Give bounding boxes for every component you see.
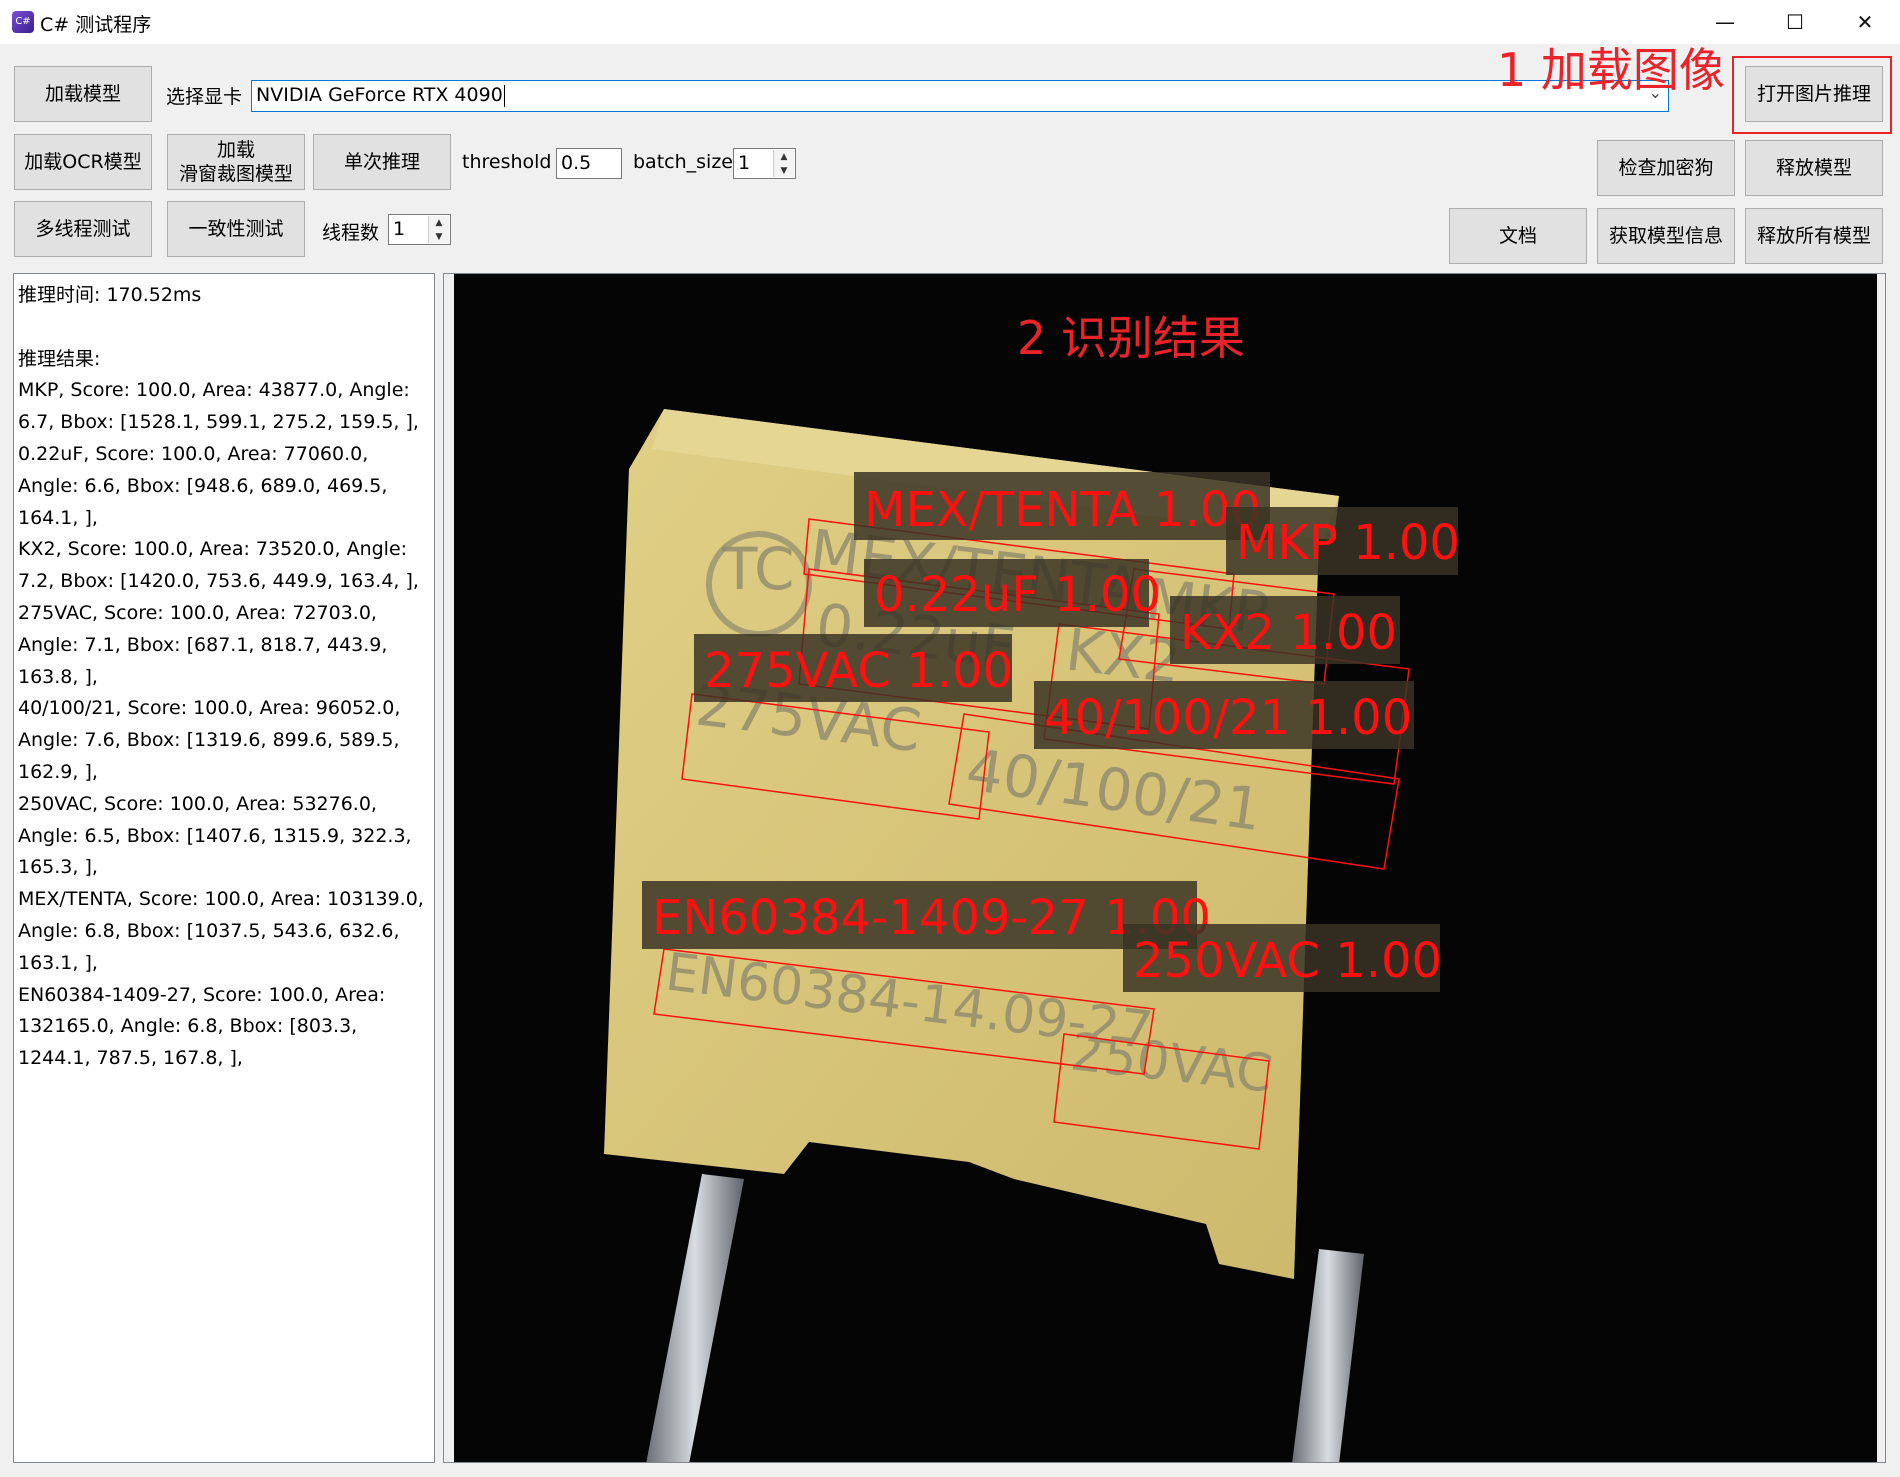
threshold-label: threshold [462,151,552,173]
thread-count-value: 1 [393,218,406,240]
det-label-250vac: 250VAC 1.00 [1133,933,1442,989]
image-canvas: TC MEX/TENTA MKP 0.22uF KX2 275VAC 40/10… [454,274,1877,1462]
release-model-button[interactable]: 释放模型 [1745,140,1883,196]
load-sliding-window-model-button[interactable]: 加载 滑窗裁图模型 [167,134,305,190]
batch-size-value: 1 [738,152,751,174]
load-sliding-line2: 滑窗裁图模型 [178,163,293,185]
load-model-button[interactable]: 加载模型 [14,66,152,122]
det-label-date: 40/100/21 1.00 [1044,690,1412,746]
image-viewer[interactable]: TC MEX/TENTA MKP 0.22uF KX2 275VAC 40/10… [443,273,1886,1463]
open-image-infer-button[interactable]: 打开图片推理 [1745,66,1883,122]
det-label-mkp: MKP 1.00 [1236,515,1460,571]
result-textbox[interactable]: 推理时间: 170.52ms 推理结果: MKP, Score: 100.0, … [13,273,435,1463]
threshold-input[interactable]: 0.5 [556,148,622,179]
maximize-icon[interactable]: ☐ [1760,0,1830,44]
load-ocr-model-button[interactable]: 加载OCR模型 [14,134,152,190]
app-icon: C# [12,11,34,33]
multithread-test-button[interactable]: 多线程测试 [14,201,152,257]
step1-annotation: 1 加载图像 [1497,43,1725,97]
text-caret [503,84,505,107]
window-title: C# 测试程序 [40,14,152,36]
det-label-022uf: 0.22uF 1.00 [874,567,1161,623]
step2-annotation: 2 识别结果 [1017,311,1245,365]
docs-button[interactable]: 文档 [1449,208,1587,264]
spin-buttons[interactable]: ▲ ▼ [428,216,449,243]
spin-down-icon[interactable]: ▼ [774,164,794,178]
thread-count-label: 线程数 [322,222,380,244]
spin-buttons[interactable]: ▲ ▼ [773,150,794,177]
batch-size-stepper[interactable]: 1 ▲ ▼ [733,148,796,179]
close-icon[interactable]: ✕ [1830,0,1900,44]
gpu-select-value: NVIDIA GeForce RTX 4090 [256,84,503,106]
inference-image: TC MEX/TENTA MKP 0.22uF KX2 275VAC 40/10… [604,311,1460,1462]
det-label-kx2: KX2 1.00 [1180,605,1397,661]
capacitor-lead-left [646,1174,744,1462]
result-text: 推理时间: 170.52ms 推理结果: MKP, Score: 100.0, … [18,284,424,1070]
det-label-mextenta: MEX/TENTA 1.00 [864,482,1261,538]
select-gpu-label: 选择显卡 [166,86,243,108]
threshold-value: 0.5 [561,152,592,174]
check-dongle-button[interactable]: 检查加密狗 [1597,140,1735,196]
consistency-test-button[interactable]: 一致性测试 [167,201,305,257]
single-infer-button[interactable]: 单次推理 [313,134,451,190]
load-sliding-line1: 加载 [216,139,255,161]
batch-size-label: batch_size [633,151,733,173]
gpu-select[interactable]: NVIDIA GeForce RTX 4090 ⌄ [251,80,1669,112]
capacitor-lead-right [1292,1249,1364,1462]
release-all-models-button[interactable]: 释放所有模型 [1745,208,1883,264]
spin-down-icon[interactable]: ▼ [429,230,449,244]
thread-count-stepper[interactable]: 1 ▲ ▼ [388,214,451,245]
get-model-info-button[interactable]: 获取模型信息 [1597,208,1735,264]
spin-up-icon[interactable]: ▲ [429,216,449,230]
det-label-275vac: 275VAC 1.00 [704,643,1013,699]
spin-up-icon[interactable]: ▲ [774,150,794,164]
